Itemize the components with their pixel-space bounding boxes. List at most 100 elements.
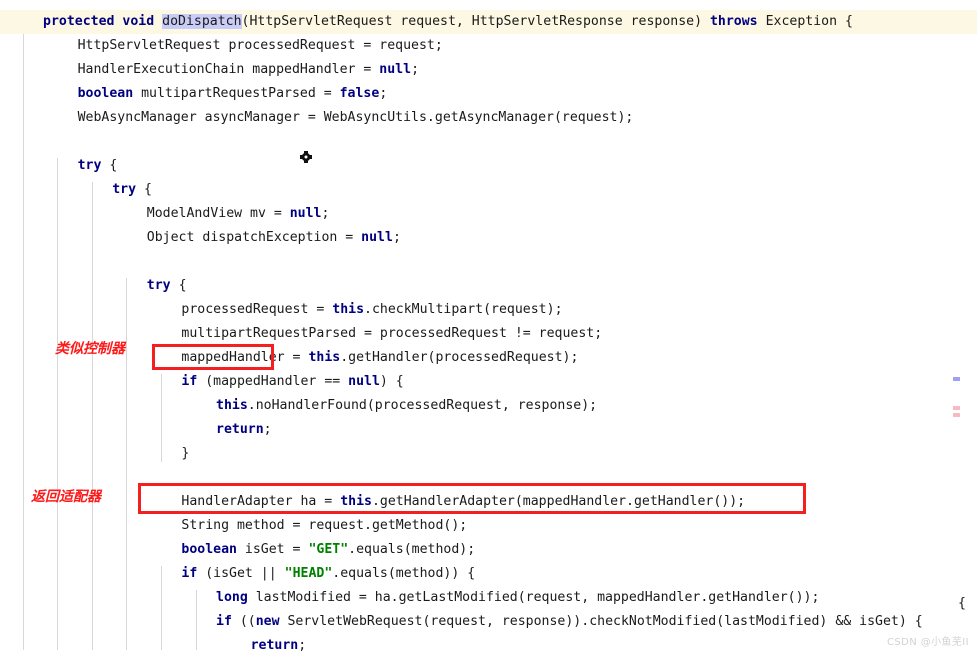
code-token: (( (231, 614, 256, 629)
scrollbar-marker-1[interactable] (953, 377, 960, 381)
code-line-text: if (mappedHandler == null) { (0, 370, 404, 394)
code-token: HttpServletRequest processedRequest = re… (77, 38, 443, 53)
code-line[interactable]: WebAsyncManager asyncManager = WebAsyncU… (0, 106, 977, 130)
code-line[interactable]: this.noHandlerFound(processedRequest, re… (0, 394, 977, 418)
code-line[interactable]: if (isGet || "HEAD".equals(method)) { (0, 562, 977, 586)
edge-code-fragment: { (958, 596, 966, 611)
code-line-text: HttpServletRequest processedRequest = re… (0, 34, 443, 58)
code-token: boolean (181, 542, 237, 557)
code-line[interactable]: ModelAndView mv = null; (0, 202, 977, 226)
code-line[interactable]: long lastModified = ha.getLastModified(r… (0, 586, 977, 610)
code-line-text: try { (0, 154, 118, 178)
code-line-text: protected void doDispatch(HttpServletReq… (0, 10, 853, 34)
code-token: if (216, 614, 232, 629)
code-token: long (216, 590, 248, 605)
code-lines-container[interactable]: protected void doDispatch(HttpServletReq… (0, 0, 977, 653)
code-token: ) { (379, 374, 404, 389)
code-token: this (340, 494, 372, 509)
code-token: return (216, 422, 264, 437)
code-token: ; (321, 206, 330, 221)
code-token: ; (263, 422, 272, 437)
code-line-text: this.noHandlerFound(processedRequest, re… (0, 394, 597, 418)
annotation-adapter-label: 返回适配器 (31, 489, 101, 505)
code-line[interactable]: protected void doDispatch(HttpServletReq… (0, 10, 977, 34)
code-line[interactable]: try { (0, 178, 977, 202)
code-token: "HEAD" (284, 566, 333, 581)
code-token: .getHandlerAdapter(mappedHandler.getHand… (371, 494, 746, 509)
code-token: lastModified = ha.getLastModified(reques… (247, 590, 820, 605)
code-line[interactable]: HttpServletRequest processedRequest = re… (0, 34, 977, 58)
code-token: { (170, 278, 187, 293)
code-token: (HttpServletRequest request, HttpServlet… (241, 14, 710, 29)
code-line[interactable]: HandlerExecutionChain mappedHandler = nu… (0, 58, 977, 82)
code-token: ; (411, 62, 420, 77)
code-token: (mappedHandler == (197, 374, 349, 389)
code-token: boolean (77, 86, 134, 101)
code-token: if (181, 566, 198, 581)
code-line[interactable]: if ((new ServletWebRequest(request, resp… (0, 610, 977, 634)
code-token: Exception { (757, 14, 853, 29)
code-line[interactable] (0, 250, 977, 274)
code-line[interactable]: mappedHandler = this.getHandler(processe… (0, 346, 977, 370)
code-token: null (361, 230, 393, 245)
code-line-text: processedRequest = this.checkMultipart(r… (0, 298, 562, 322)
code-token: multipartRequestParsed = (133, 86, 340, 101)
code-line[interactable] (0, 130, 977, 154)
code-line[interactable]: Object dispatchException = null; (0, 226, 977, 250)
code-token: { (101, 158, 118, 173)
code-line[interactable]: String method = request.getMethod(); (0, 514, 977, 538)
code-token: .equals(method); (348, 542, 476, 557)
code-line[interactable]: return; (0, 418, 977, 442)
code-line-text: if ((new ServletWebRequest(request, resp… (0, 610, 923, 634)
code-line-text: } (0, 442, 189, 466)
code-token: null (348, 374, 380, 389)
code-line-text: return; (0, 418, 272, 442)
code-line-text: WebAsyncManager asyncManager = WebAsyncU… (0, 106, 634, 130)
code-line[interactable]: try { (0, 274, 977, 298)
watermark-text: CSDN @小鱼芜II (887, 637, 969, 648)
code-token: this (332, 302, 365, 317)
scrollbar-marker-3[interactable] (953, 413, 960, 417)
code-token: (isGet || (197, 566, 285, 581)
code-token: String method = request.getMethod(); (181, 518, 468, 533)
code-line-text: ModelAndView mv = null; (0, 202, 330, 226)
code-line[interactable]: } (0, 442, 977, 466)
code-token: multipartRequestParsed = processedReques… (181, 326, 603, 341)
code-line[interactable]: boolean multipartRequestParsed = false; (0, 82, 977, 106)
code-token: try (112, 182, 137, 197)
code-token: ; (298, 638, 307, 653)
code-line-text: HandlerExecutionChain mappedHandler = nu… (0, 58, 419, 82)
code-line-text: boolean isGet = "GET".equals(method); (0, 538, 475, 562)
code-line[interactable]: multipartRequestParsed = processedReques… (0, 322, 977, 346)
code-line[interactable]: boolean isGet = "GET".equals(method); (0, 538, 977, 562)
code-token: false (339, 86, 380, 101)
code-line[interactable]: return; (0, 634, 977, 658)
code-editor-view[interactable]: protected void doDispatch(HttpServletReq… (0, 0, 977, 653)
code-line[interactable]: try { (0, 154, 977, 178)
code-token: this (308, 350, 341, 365)
scrollbar-marker-2[interactable] (953, 406, 960, 410)
code-line-text: String method = request.getMethod(); (0, 514, 467, 538)
code-line-text: boolean multipartRequestParsed = false; (0, 82, 388, 106)
code-line-text: try { (0, 178, 152, 202)
code-token: protected (43, 14, 115, 29)
code-token: null (289, 206, 322, 221)
code-token: { (136, 182, 152, 197)
code-token: doDispatch (162, 14, 242, 29)
code-line[interactable]: processedRequest = this.checkMultipart(r… (0, 298, 977, 322)
code-token: isGet = (236, 542, 309, 557)
code-line[interactable]: HandlerAdapter ha = this.getHandlerAdapt… (0, 490, 977, 514)
code-line[interactable]: if (mappedHandler == null) { (0, 370, 977, 394)
annotation-controller-label: 类似控制器 (55, 341, 125, 357)
code-line[interactable] (0, 466, 977, 490)
code-token: ModelAndView mv = (146, 206, 290, 221)
code-token: HandlerExecutionChain mappedHandler = (77, 62, 380, 77)
code-line-text: return; (0, 634, 307, 658)
code-line-text: long lastModified = ha.getLastModified(r… (0, 586, 819, 610)
code-token: Object dispatchException = (146, 230, 362, 245)
code-token: void (122, 14, 155, 29)
code-token: .noHandlerFound(processedRequest, respon… (247, 398, 598, 413)
